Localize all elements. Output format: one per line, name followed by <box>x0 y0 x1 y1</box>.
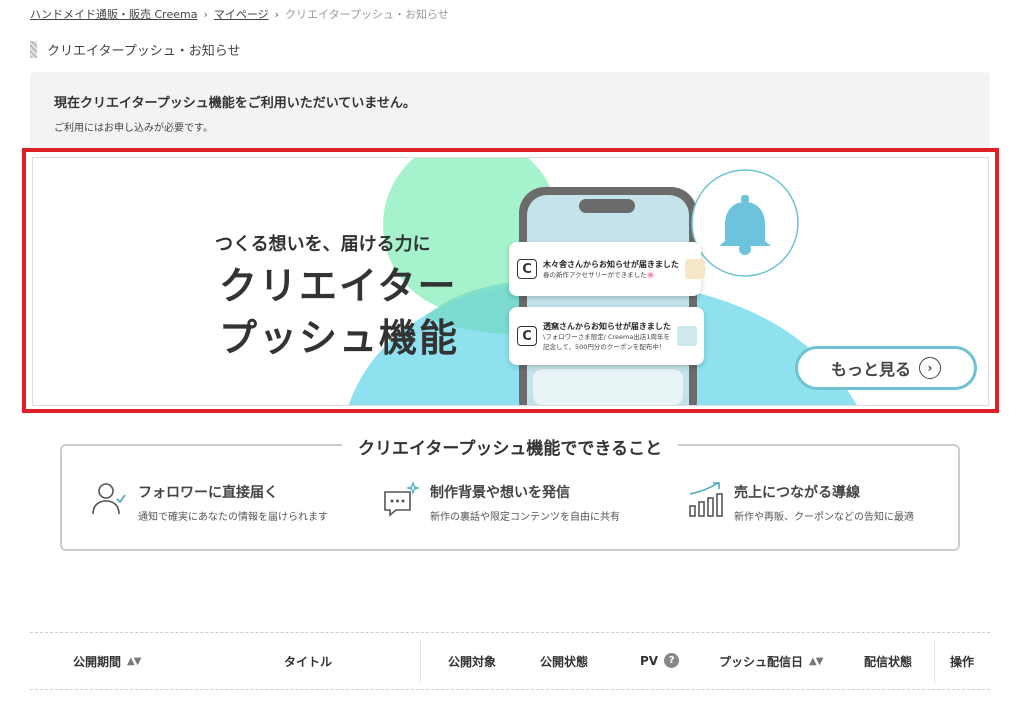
growth-chart-icon <box>689 482 723 517</box>
feature-description: 新作の裏話や限定コンテンツを自由に共有 <box>430 512 620 523</box>
sort-icon[interactable]: ▲▼ <box>809 656 823 667</box>
column-title: タイトル <box>284 653 332 670</box>
breadcrumb-separator: › <box>203 7 208 21</box>
chevron-right-icon: › <box>919 357 941 379</box>
feature-description: 通知で確実にあなたの情報を届けられます <box>138 512 328 523</box>
table-header: 公開期間 ▲▼ タイトル 公開対象 公開状態 PV ? プッシュ配信日 ▲▼ 配… <box>30 632 990 690</box>
column-period-label: 公開期間 <box>73 655 122 669</box>
flower-thumbnail-icon <box>684 259 705 279</box>
column-divider <box>420 641 421 683</box>
sample-notification-2: C 透窯さんからお知らせが届きました \フォロワーさま限定/ Creema出店1… <box>509 307 704 365</box>
page-title: クリエイタープッシュ・お知らせ <box>30 40 240 59</box>
help-icon[interactable]: ? <box>664 653 680 668</box>
feature-item: フォロワーに直接届く 通知で確実にあなたの情報を届けられます <box>90 480 328 523</box>
feature-item: 制作背景や想いを発信 新作の裏話や限定コンテンツを自由に共有 <box>382 480 620 523</box>
column-delivery-status-label: 配信状態 <box>864 655 913 669</box>
banner-title: クリエイター プッシュ機能 <box>219 260 459 364</box>
feature-item: 売上につながる導線 新作や再販、クーポンなどの告知に最適 <box>686 480 914 523</box>
page-title-text: クリエイタープッシュ・お知らせ <box>47 44 241 59</box>
column-actions: 操作 <box>950 653 974 670</box>
column-target: 公開対象 <box>448 653 496 670</box>
notification-text-line2: 記念して、500円分のクーポンを配布中！ <box>543 342 666 351</box>
breadcrumb-mypage-link[interactable]: マイページ <box>214 6 269 22</box>
see-more-button[interactable]: もっと見る › <box>795 346 977 390</box>
notification-text: 春の新作アクセサリーができました🌸 <box>543 270 655 279</box>
column-push-date[interactable]: プッシュ配信日 ▲▼ <box>719 653 823 670</box>
notice-subtitle: ご利用にはお申し込みが必要です。 <box>54 123 213 134</box>
coupon-thumbnail-icon <box>676 326 697 346</box>
notification-text-line1: \フォロワーさま限定/ Creema出店1周年を <box>543 332 670 341</box>
column-target-label: 公開対象 <box>448 655 497 669</box>
feature-description: 新作や再販、クーポンなどの告知に最適 <box>734 512 914 523</box>
creema-logo-icon: C <box>517 259 537 279</box>
column-status-label: 公開状態 <box>540 655 589 669</box>
breadcrumb-current: クリエイタープッシュ・お知らせ <box>285 8 449 21</box>
chat-sparkle-icon <box>384 481 420 517</box>
column-pv-label: PV <box>640 653 659 668</box>
features-box: クリエイタープッシュ機能でできること フォロワーに直接届く 通知で確実にあなたの… <box>60 434 960 551</box>
sort-icon[interactable]: ▲▼ <box>127 656 141 667</box>
heading-mark-icon <box>30 41 37 58</box>
phone-illustration <box>519 187 697 405</box>
sample-notification-1: C 木々舎さんからお知らせが届きました 春の新作アクセサリーができました🌸 <box>509 242 705 296</box>
banner-highlight-frame: つくる想いを、届ける力に クリエイター プッシュ機能 C 木々舎さんからお知らせ… <box>22 148 999 413</box>
usage-notice: 現在クリエイタープッシュ機能をご利用いただいていません。 ご利用にはお申し込みが… <box>30 72 990 148</box>
features-title: クリエイタープッシュ機能でできること <box>342 434 678 459</box>
column-status: 公開状態 <box>540 653 588 670</box>
banner-catchcopy: つくる想いを、届ける力に <box>215 234 431 255</box>
column-title-label: タイトル <box>284 655 333 669</box>
creema-logo-icon: C <box>517 326 537 346</box>
banner-title-line2: プッシュ機能 <box>219 316 460 360</box>
bell-icon <box>691 169 799 277</box>
feature-heading: 売上につながる導線 <box>734 485 860 501</box>
feature-heading: フォロワーに直接届く <box>138 485 278 501</box>
column-push-date-label: プッシュ配信日 <box>719 655 804 669</box>
breadcrumb: ハンドメイド通販・販売 Creema › マイページ › クリエイタープッシュ・… <box>30 6 449 22</box>
notice-title: 現在クリエイタープッシュ機能をご利用いただいていません。 <box>54 96 416 111</box>
column-period[interactable]: 公開期間 ▲▼ <box>73 653 141 670</box>
see-more-label: もっと見る <box>830 360 911 379</box>
notification-title: 木々舎さんからお知らせが届きました <box>543 259 679 269</box>
breadcrumb-home-link[interactable]: ハンドメイド通販・販売 Creema <box>30 6 197 22</box>
breadcrumb-separator: › <box>274 7 280 21</box>
column-divider <box>934 641 935 683</box>
column-actions-label: 操作 <box>950 655 975 669</box>
column-pv: PV ? <box>640 653 680 668</box>
feature-heading: 制作背景や想いを発信 <box>430 485 570 501</box>
column-delivery-status: 配信状態 <box>864 653 912 670</box>
notification-title: 透窯さんからお知らせが届きました <box>543 321 671 331</box>
banner-title-line1: クリエイター <box>219 264 458 308</box>
creator-push-banner[interactable]: つくる想いを、届ける力に クリエイター プッシュ機能 C 木々舎さんからお知らせ… <box>32 157 989 406</box>
user-check-icon <box>92 483 126 515</box>
